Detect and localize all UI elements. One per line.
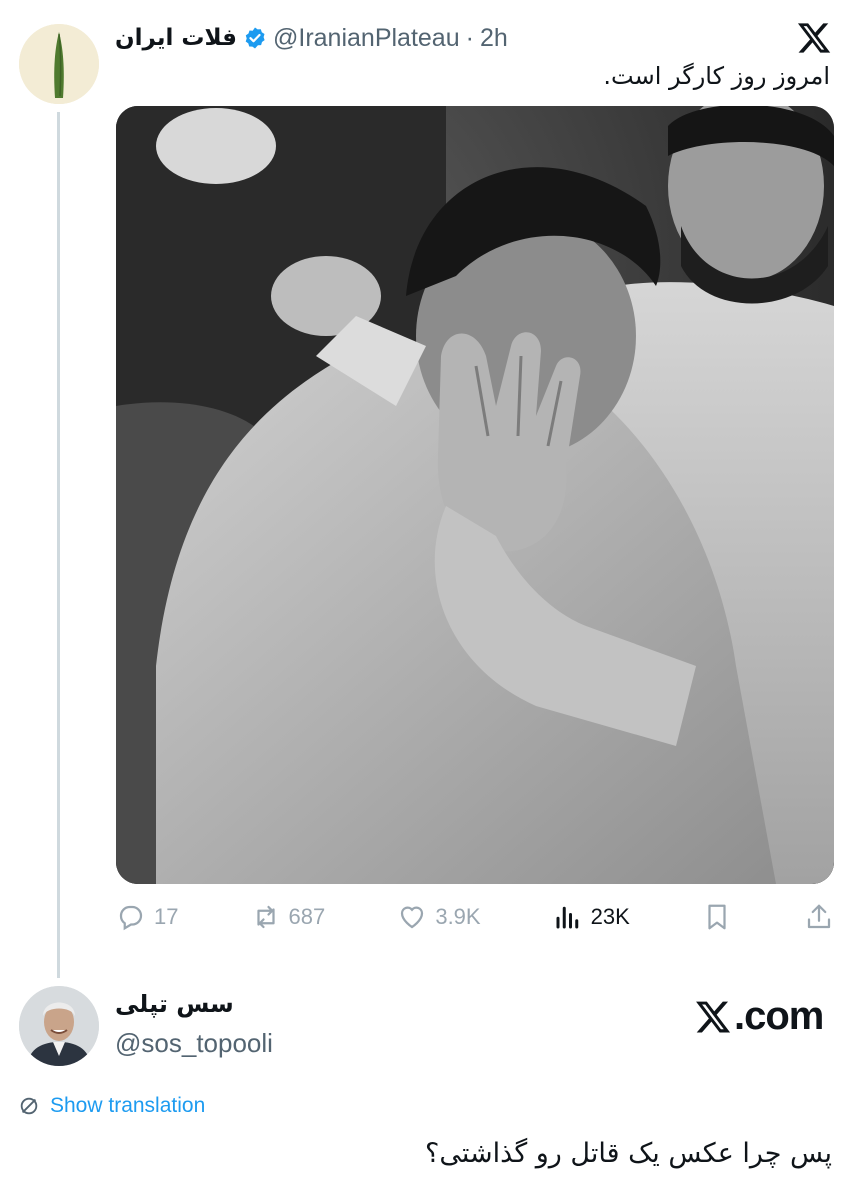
- reply-text: پس چرا عکس یک قاتل رو گذاشتی؟: [425, 1138, 832, 1169]
- x-logo-icon[interactable]: [796, 20, 832, 56]
- show-translation-link[interactable]: Show translation: [18, 1094, 205, 1118]
- like-icon: [401, 906, 424, 929]
- bookmark-icon: [708, 904, 726, 930]
- reply-author-handle[interactable]: @sos_topooli: [115, 1028, 273, 1059]
- reply-count: 17: [154, 904, 179, 929]
- person-photo-icon: [19, 986, 99, 1066]
- cypress-logo-icon: [19, 24, 99, 104]
- dot-separator: ·: [465, 23, 474, 52]
- tweet-photo[interactable]: [116, 106, 834, 884]
- share-action[interactable]: [804, 902, 834, 932]
- show-translation-label[interactable]: Show translation: [50, 1094, 205, 1118]
- repost-count: 687: [288, 904, 326, 929]
- repost-action[interactable]: 687: [251, 902, 326, 932]
- bookmark-action[interactable]: [702, 902, 732, 932]
- like-count: 3.9K: [435, 904, 481, 929]
- photo-grayscale-man-covering-face-icon: [116, 106, 834, 884]
- like-action[interactable]: 3.9K: [397, 902, 481, 932]
- views-count: 23K: [590, 904, 630, 929]
- x-logo-icon: [696, 1001, 731, 1032]
- reply-action[interactable]: 17: [116, 902, 178, 932]
- reply-author-name[interactable]: سس تپلی: [115, 990, 234, 1018]
- verified-badge-icon: [245, 27, 265, 49]
- x-com-watermark: .com: [694, 994, 824, 1039]
- tweet-text: امروز روز کارگر است.: [603, 62, 830, 90]
- views-icon: [556, 906, 578, 929]
- author-handle[interactable]: @IranianPlateau: [273, 24, 460, 53]
- reply-icon: [119, 905, 143, 931]
- views-action[interactable]: 23K: [553, 902, 630, 932]
- translate-icon: [20, 1097, 38, 1115]
- x-com-text: .com: [734, 994, 824, 1038]
- author-avatar[interactable]: [19, 24, 99, 104]
- repost-icon: [256, 905, 275, 929]
- thread-connector-line: [57, 112, 60, 978]
- tweet-header: فلات ایران @IranianPlateau · 2h: [115, 18, 540, 58]
- reply-author-avatar[interactable]: [19, 986, 99, 1066]
- tweet-time[interactable]: 2h: [480, 24, 508, 53]
- author-name[interactable]: فلات ایران: [115, 25, 237, 51]
- share-icon: [807, 904, 831, 929]
- tweet-actions: 17 687 3.9K 23K: [116, 896, 834, 938]
